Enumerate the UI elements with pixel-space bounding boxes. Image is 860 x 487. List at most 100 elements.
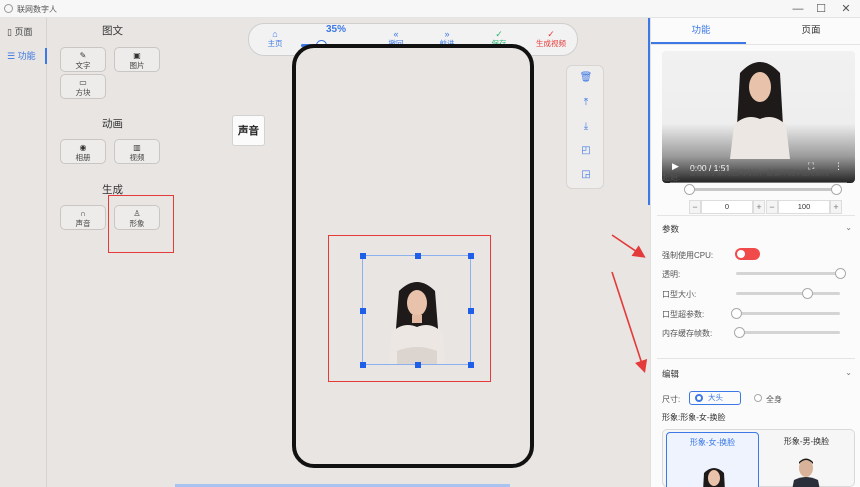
section-title-graphics: 图文 [102,25,123,37]
avatar-card-name: 形象-女-换脸 [689,438,736,447]
opacity-slider[interactable] [736,268,846,279]
selection-box[interactable] [362,255,471,365]
layer-tools: 🗑 ⤒ ⤓ ◰ ◲ [566,65,604,189]
undo-icon: « [393,29,399,39]
zoom-level: 35% [326,24,347,35]
slider-thumb[interactable] [734,327,746,338]
size-option-head[interactable]: 大头 [689,391,741,405]
video-progress-bar[interactable] [670,182,847,183]
resize-handle[interactable] [415,253,421,259]
mouth-hyper-slider[interactable] [731,308,840,319]
resize-handle[interactable] [360,308,366,314]
home-button[interactable]: ⌂ 主页 [247,29,303,48]
highlight-box-avatar-tool [108,195,174,253]
range-slider[interactable] [684,184,842,195]
range-end-thumb[interactable] [831,184,842,195]
start-decrement-button[interactable]: − [689,200,701,214]
slider-thumb[interactable] [835,268,846,279]
size-label: 尺寸: [662,395,681,404]
end-increment-button[interactable]: + [830,200,842,214]
tab-function[interactable]: 功能 [651,18,751,43]
avatar-gallery: 形象-女-换脸 形象-男-换脸 [662,429,855,487]
resize-handle[interactable] [360,362,366,368]
camera-icon: ◉ [79,143,87,152]
end-decrement-button[interactable]: − [766,200,778,214]
album-tool-button[interactable]: ◉ 相册 [60,139,106,164]
cache-frames-slider[interactable] [734,327,840,338]
section-title-animation: 动画 [102,118,123,130]
video-tool-button[interactable]: ▥ 视频 [114,139,160,164]
param-label-opacity: 透明: [662,270,681,279]
delete-icon[interactable]: 🗑 [567,72,605,83]
text-tool-button[interactable]: ✎ 文字 [60,47,106,72]
avatar-card-female[interactable]: 形象-女-换脸 [666,432,759,487]
window-title: 联网数字人 [17,5,57,14]
avatar-card-name: 形象-男-换脸 [783,437,830,446]
toggle-knob [737,250,745,258]
start-increment-button[interactable]: + [753,200,765,214]
app-logo-icon [4,4,13,13]
range-start-thumb[interactable] [684,184,695,195]
edit-section-title: 编辑 [662,369,680,379]
film-icon: ▥ [133,143,141,152]
home-icon: ⌂ [272,29,278,39]
slider-thumb[interactable] [801,288,813,299]
move-up-icon[interactable]: ⤒ [567,97,605,108]
block-tool-button[interactable]: ▭ 方块 [60,74,106,99]
nav-item-label: 页面 [14,27,33,37]
avatar-thumb-female [703,468,725,487]
check-circle-icon: ✓ [495,29,503,39]
resize-handle[interactable] [415,362,421,368]
title-bar: 联网数字人 — ☐ ✕ [0,0,860,18]
section-divider [657,358,855,359]
maximize-button[interactable]: ☐ [809,2,833,16]
avatar-thumb-male [792,458,820,487]
resize-handle[interactable] [468,308,474,314]
size-option-full-radio[interactable] [754,394,762,402]
edit-chevron-icon[interactable]: ⌄ [845,368,852,377]
arrow-to-params [611,234,646,258]
radio-selected-icon [695,394,703,402]
move-down-icon[interactable]: ⤓ [567,121,605,132]
tab-page[interactable]: 页面 [761,18,860,43]
nav-item-function[interactable]: ☰ 功能 [0,46,47,66]
avatar-current-label: 形象:形象-女-换脸 [662,413,726,422]
resize-handle[interactable] [360,253,366,259]
params-chevron-icon[interactable]: ⌄ [845,223,852,232]
edit-icon: ✎ [79,51,87,60]
nav-item-page[interactable]: ▯ 页面 [0,22,46,42]
check-icon: ✓ [547,29,555,39]
mouth-size-slider[interactable] [736,288,840,299]
resize-handle[interactable] [468,362,474,368]
section-divider [657,215,855,216]
force-cpu-toggle[interactable] [735,248,760,260]
avatar-card-male[interactable]: 形象-男-换脸 [760,432,853,487]
slider-thumb[interactable] [731,308,742,319]
image-tool-button[interactable]: ▣ 图片 [114,47,160,72]
start-label: 起始: [662,173,681,182]
video-player[interactable]: ▶ 0:00 / 1:51 ⛶ ⋮ [662,51,855,183]
generate-video-button[interactable]: ✓ 生成视频 [523,29,579,48]
video-figure [730,62,790,159]
image-icon: ▣ [133,51,141,60]
bring-front-icon[interactable]: ◰ [567,145,605,156]
sound-element[interactable]: 声音 [232,115,265,146]
close-button[interactable]: ✕ [834,2,858,16]
tab-divider [651,44,860,45]
params-section-title: 参数 [662,224,680,234]
minimize-button[interactable]: — [786,2,810,16]
size-option-full-label[interactable]: 全身 [766,394,782,405]
more-options-icon[interactable]: ⋮ [834,161,843,172]
resize-handle[interactable] [468,253,474,259]
voice-tool-button[interactable]: ∩ 声音 [60,205,106,230]
redo-icon: » [444,29,450,39]
param-label-cpu: 强制使用CPU: [662,251,714,260]
send-back-icon[interactable]: ◲ [567,169,605,180]
arrow-to-edit [611,271,648,374]
start-value-input[interactable]: 0 [701,200,753,214]
menu-icon: ☰ [7,51,16,61]
nav-item-label: 功能 [17,51,36,61]
loop-hint: 音频长于素材区间时长，会循环倒序使用素材 [689,170,829,177]
end-value-input[interactable]: 100 [778,200,830,214]
play-icon[interactable]: ▶ [672,161,679,172]
